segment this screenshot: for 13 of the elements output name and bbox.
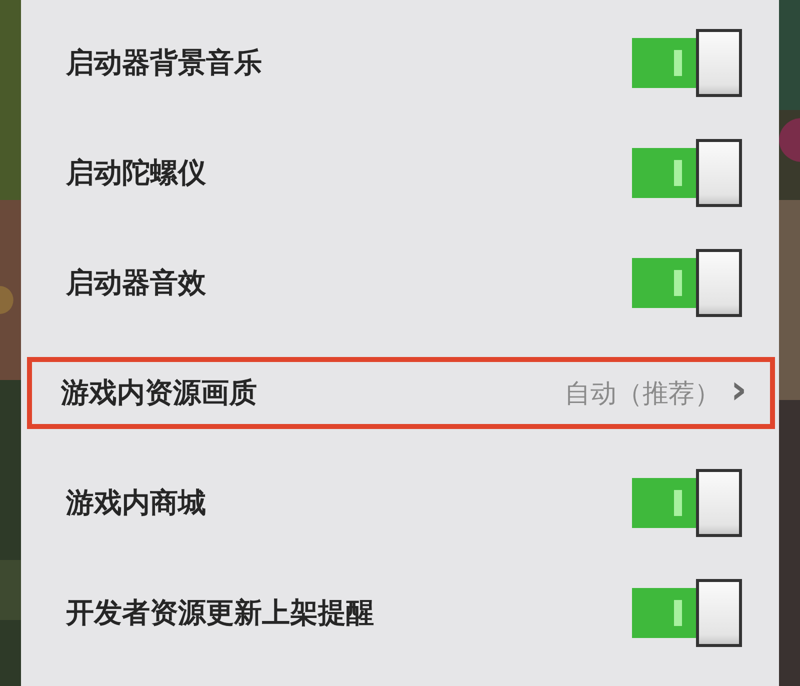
toggle-switch[interactable] <box>632 29 742 97</box>
setting-label: 开发者资源更新上架提醒 <box>66 595 375 631</box>
chevron-icon[interactable]: › <box>730 370 747 416</box>
toggle-switch[interactable] <box>632 579 742 647</box>
setting-label: 启动器音效 <box>66 265 207 301</box>
setting-label: 启动陀螺仪 <box>66 155 207 191</box>
setting-label: 启动器背景音乐 <box>66 45 263 81</box>
setting-label: 游戏内商城 <box>66 485 207 521</box>
toggle-switch[interactable] <box>632 249 742 317</box>
toggle-switch[interactable] <box>632 469 742 537</box>
setting-value: 自动（推荐） <box>564 378 721 410</box>
setting-label: 游戏内资源画质 <box>61 375 258 411</box>
toggle-switch[interactable] <box>632 139 742 207</box>
